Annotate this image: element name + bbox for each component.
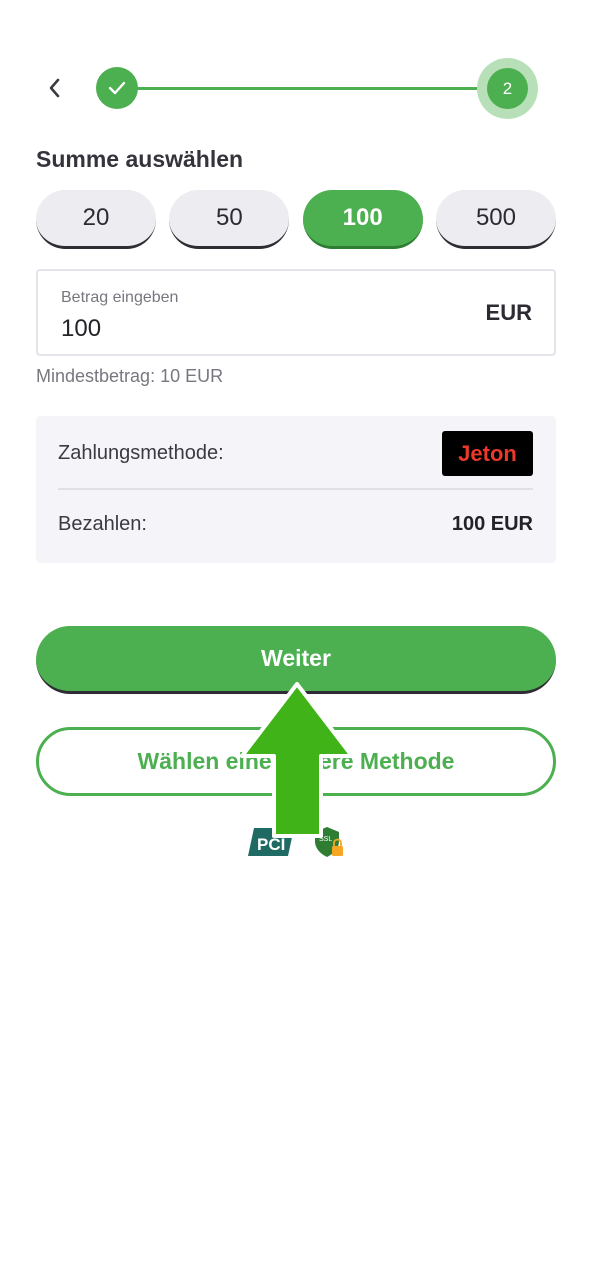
chevron-left-icon — [49, 78, 60, 98]
amount-presets: 20 50 100 500 — [36, 190, 556, 249]
amount-input[interactable] — [61, 315, 361, 343]
pay-value: 100 EUR — [451, 513, 533, 535]
back-button[interactable] — [40, 72, 68, 104]
amount-field-label: Betrag eingeben — [61, 289, 179, 306]
stepper-step-2: 2 — [487, 68, 528, 109]
payment-summary: Zahlungsmethode: Jeton Bezahlen: 100 EUR — [36, 416, 556, 563]
jeton-logo: Jeton — [442, 431, 533, 476]
page-title: Summe auswählen — [36, 146, 244, 172]
stepper-line — [130, 87, 490, 90]
amount-chip-500[interactable]: 500 — [435, 190, 556, 249]
currency-label: EUR — [485, 300, 532, 325]
amount-field[interactable]: Betrag eingeben EUR — [36, 269, 556, 356]
minimum-amount-note: Mindestbetrag: 10 EUR — [36, 366, 224, 386]
payment-method-label: Zahlungsmethode: — [58, 442, 224, 464]
pay-label: Bezahlen: — [58, 513, 147, 535]
stepper-step-1-complete — [96, 67, 138, 109]
amount-chip-100[interactable]: 100 — [302, 190, 423, 249]
amount-chip-20[interactable]: 20 — [36, 190, 156, 249]
check-icon — [108, 81, 126, 95]
summary-divider — [58, 488, 533, 490]
arrow-up-icon — [240, 682, 354, 838]
amount-chip-50[interactable]: 50 — [169, 190, 290, 249]
